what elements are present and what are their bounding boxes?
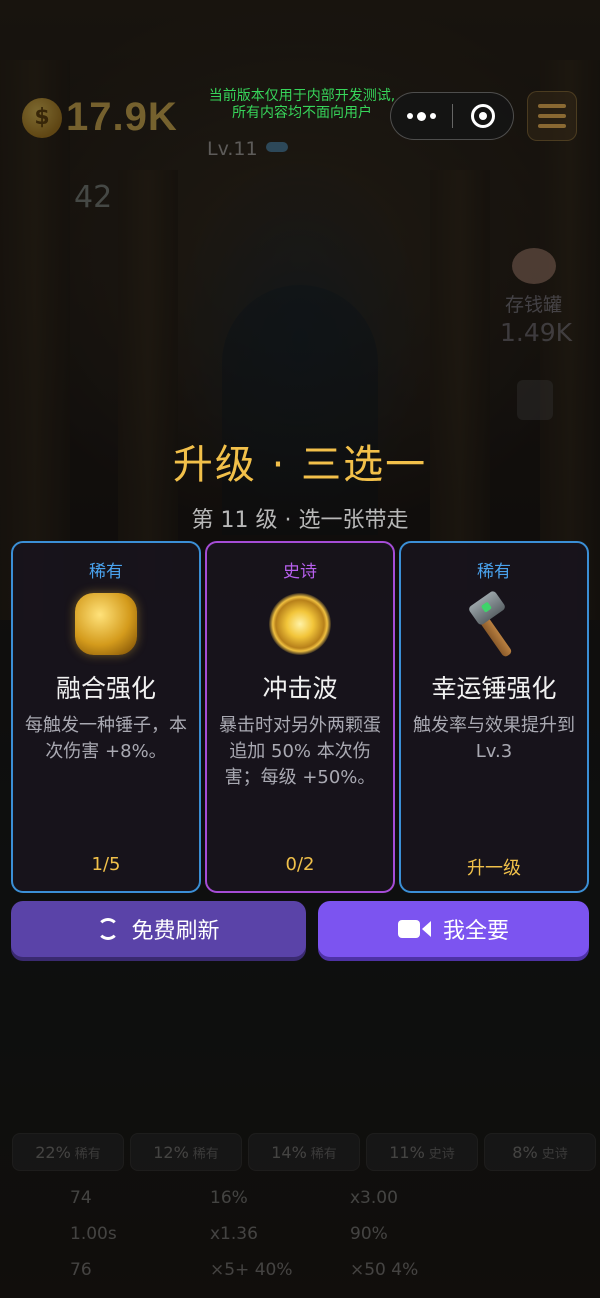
coin-icon: $ xyxy=(22,97,62,138)
hammer-chips: 22% 稀有 12% 稀有 14% 稀有 11% 史诗 8% 史诗 xyxy=(12,1133,596,1171)
card-progress: 0/2 xyxy=(285,854,315,875)
gold-nugget-icon xyxy=(75,593,137,655)
card-progress: 1/5 xyxy=(91,854,121,875)
card-name: 冲击波 xyxy=(262,674,338,703)
upgrade-card-fusion[interactable]: 稀有 融合强化 每触发一种锤子，本次伤害 +8%。 1/5 xyxy=(11,541,201,893)
rarity-label: 稀有 xyxy=(89,562,123,582)
hammer-chip: 14% 稀有 xyxy=(248,1133,360,1171)
page-title: 升级 · 三选一 xyxy=(172,442,428,488)
dev-notice-line2: 所有内容均不面向用户 xyxy=(232,105,372,121)
piggy-bank-icon xyxy=(512,248,556,284)
hammer-chip: 8% 史诗 xyxy=(484,1133,596,1171)
piggy-bank-label: 存钱罐 xyxy=(505,294,563,316)
stats-grid: 74 16% x3.00 1.00s x1.36 90% 76 ×5+ 40% ×50 4% xyxy=(70,1180,490,1288)
player-level: Lv.11 xyxy=(207,138,258,160)
shockwave-icon xyxy=(269,593,331,655)
card-name: 融合强化 xyxy=(55,674,156,703)
target-icon xyxy=(470,104,495,128)
stat-value: 42 xyxy=(74,180,113,215)
page-subtitle: 第 11 级 · 选一张带走 xyxy=(191,508,409,533)
more-options-button[interactable] xyxy=(391,111,452,121)
video-camera-icon xyxy=(397,920,431,938)
card-progress: 升一级 xyxy=(467,858,521,879)
rarity-label: 稀有 xyxy=(477,562,511,582)
coin-counter: $ 17.9K xyxy=(22,95,178,140)
rarity-label: 史诗 xyxy=(283,562,317,582)
card-description: 触发率与效果提升到 Lv.3 xyxy=(413,715,575,762)
dev-notice: 当前版本仅用于内部开发测试, 所有内容均不面向用户 xyxy=(192,88,412,122)
close-miniprogram-button[interactable] xyxy=(453,104,514,128)
card-description: 每触发一种锤子，本次伤害 +8%。 xyxy=(25,715,187,762)
stats-row: 74 16% x3.00 xyxy=(70,1188,398,1208)
miniprogram-capsule xyxy=(390,92,514,140)
take-all-button[interactable]: 我全要 xyxy=(318,901,589,957)
free-refresh-label: 免费刷新 xyxy=(131,919,220,944)
piggy-bank-value: 1.49K xyxy=(500,318,573,347)
card-name: 幸运锤强化 xyxy=(431,674,557,703)
hammer-chip: 12% 稀有 xyxy=(130,1133,242,1171)
coin-value: 17.9K xyxy=(66,95,178,139)
hammer-chip: 11% 史诗 xyxy=(366,1133,478,1171)
video-reward-icon xyxy=(517,380,553,420)
refresh-icon xyxy=(97,918,120,940)
stats-row: 1.00s x1.36 90% xyxy=(70,1224,388,1244)
level-progress-bar xyxy=(266,142,288,152)
stats-row: 76 ×5+ 40% ×50 4% xyxy=(70,1260,419,1280)
hammer-icon xyxy=(463,589,525,658)
upgrade-card-lucky-hammer[interactable]: 稀有 幸运锤强化 触发率与效果提升到 Lv.3 升一级 xyxy=(399,541,589,893)
free-refresh-button[interactable]: 免费刷新 xyxy=(11,901,306,957)
upgrade-card-shockwave[interactable]: 史诗 冲击波 暴击时对另外两颗蛋追加 50% 本次伤害；每级 +50%。 0/2 xyxy=(205,541,395,893)
take-all-label: 我全要 xyxy=(442,919,509,944)
hammer-chip: 22% 稀有 xyxy=(12,1133,124,1171)
card-description: 暴击时对另外两颗蛋追加 50% 本次伤害；每级 +50%。 xyxy=(219,715,381,788)
dev-notice-line1: 当前版本仅用于内部开发测试, xyxy=(208,88,396,104)
hamburger-menu-button[interactable] xyxy=(527,91,577,141)
